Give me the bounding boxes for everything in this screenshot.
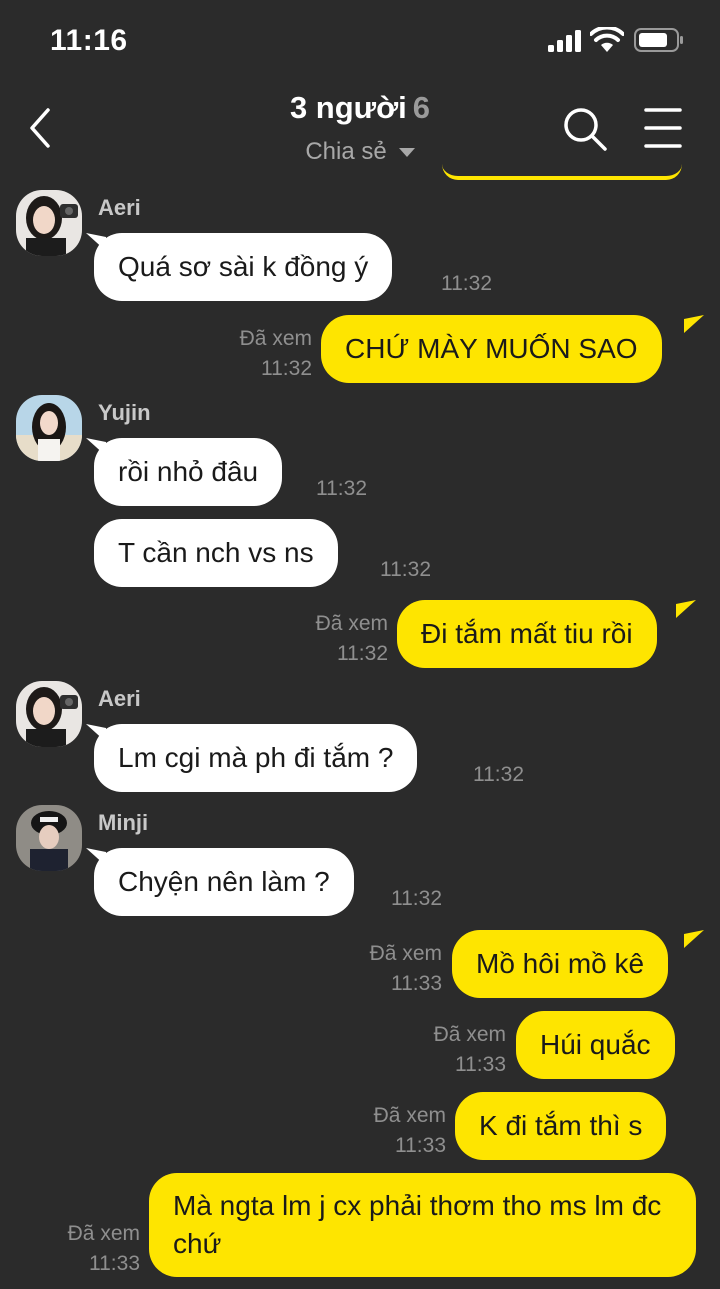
- read-status: Đã xem 11:32: [218, 324, 312, 384]
- menu-button[interactable]: [644, 106, 682, 150]
- status-time: 11:16: [50, 24, 128, 57]
- message-time: 11:32: [380, 558, 431, 581]
- message-time: 11:32: [261, 357, 312, 380]
- chat-title-text: 3 người: [289, 90, 407, 125]
- message-bubble[interactable]: rồi nhỏ đâu: [94, 438, 283, 506]
- message-time: 11:32: [316, 477, 367, 500]
- read-label: Đã xem: [373, 1104, 446, 1127]
- sender-name: Aeri: [98, 686, 141, 711]
- message-time: 11:32: [473, 763, 524, 786]
- previous-message-edge: [442, 152, 682, 180]
- message-time: 11:33: [455, 1053, 506, 1076]
- read-label: Đã xem: [67, 1222, 140, 1245]
- chat-screen: 11:16 3 người 6 Chia sẻ Aeri Quá sơ sài …: [0, 0, 720, 1289]
- chat-title[interactable]: 3 người 6: [0, 90, 720, 126]
- message-time: 11:33: [395, 1134, 446, 1157]
- read-label: Đã xem: [315, 612, 388, 635]
- battery-icon: [634, 28, 683, 52]
- read-status: Đã xem 11:32: [294, 609, 388, 669]
- message-time: 11:33: [89, 1252, 140, 1275]
- message-bubble[interactable]: CHỨ MÀY MUỐN SAO: [321, 315, 662, 383]
- read-status: Đã xem 11:33: [348, 939, 442, 999]
- member-count: 6: [412, 90, 431, 125]
- message-bubble[interactable]: T cần nch vs ns: [94, 519, 338, 587]
- message-bubble[interactable]: Chyện nên làm ?: [94, 848, 354, 916]
- message-bubble[interactable]: Lm cgi mà ph đi tắm ?: [94, 724, 418, 792]
- avatar[interactable]: [16, 681, 82, 747]
- sender-name: Aeri: [98, 195, 141, 220]
- read-status: Đã xem 11:33: [352, 1101, 446, 1161]
- message-bubble[interactable]: Mồ hôi mồ kê: [452, 930, 669, 998]
- message-time: 11:32: [441, 272, 492, 295]
- wifi-icon: [590, 27, 624, 52]
- share-label: Chia sẻ: [305, 138, 387, 165]
- sender-name: Yujin: [98, 400, 151, 425]
- read-label: Đã xem: [239, 327, 312, 350]
- read-status: Đã xem 11:33: [46, 1219, 140, 1279]
- avatar[interactable]: [16, 395, 82, 461]
- message-time: 11:33: [391, 972, 442, 995]
- message-time: 11:32: [391, 887, 442, 910]
- avatar[interactable]: [16, 805, 82, 871]
- avatar-yujin-icon: [16, 395, 82, 461]
- signal-icon: [548, 30, 581, 52]
- avatar-aeri-icon: [16, 190, 82, 256]
- message-time: 11:32: [337, 642, 388, 665]
- read-label: Đã xem: [433, 1023, 506, 1046]
- avatar-minji-icon: [16, 805, 82, 871]
- read-status: Đã xem 11:33: [412, 1020, 506, 1080]
- caret-down-icon: [398, 148, 415, 158]
- message-bubble[interactable]: K đi tắm thì s: [455, 1092, 667, 1160]
- search-button[interactable]: [562, 106, 608, 152]
- read-label: Đã xem: [369, 942, 442, 965]
- message-bubble[interactable]: Quá sơ sài k đồng ý: [94, 233, 393, 301]
- bubble-tail: [684, 315, 704, 333]
- avatar[interactable]: [16, 190, 82, 256]
- sender-name: Minji: [98, 810, 149, 835]
- avatar-aeri-icon: [16, 681, 82, 747]
- message-bubble[interactable]: Mà ngta lm j cx phải thơm tho ms lm đc c…: [149, 1173, 696, 1277]
- bubble-tail: [676, 600, 696, 618]
- message-bubble[interactable]: Đi tắm mất tiu rồi: [397, 600, 657, 668]
- bubble-tail: [684, 930, 704, 948]
- status-bar: 11:16: [0, 0, 720, 82]
- message-bubble[interactable]: Húi quắc: [516, 1011, 675, 1079]
